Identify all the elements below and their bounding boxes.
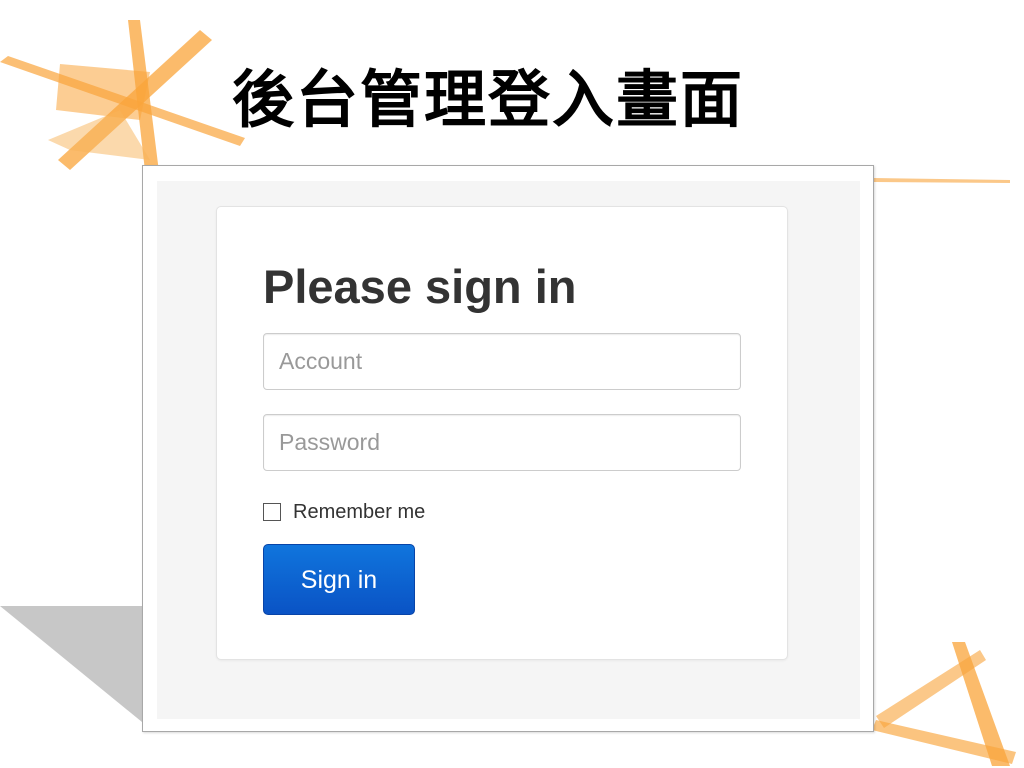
password-input[interactable] bbox=[263, 414, 741, 471]
orange-line-decoration bbox=[874, 178, 1010, 183]
orange-star-decoration bbox=[0, 20, 245, 180]
login-screenshot-frame: Please sign in Remember me Sign in bbox=[142, 165, 874, 732]
login-page: Please sign in Remember me Sign in bbox=[157, 181, 860, 719]
slide-title: 後台管理登入畫面 bbox=[232, 63, 745, 136]
orange-triangle-decoration bbox=[872, 642, 1016, 766]
account-input[interactable] bbox=[263, 333, 741, 390]
signin-heading: Please sign in bbox=[263, 260, 577, 313]
gray-shadow-decoration bbox=[0, 606, 142, 722]
remember-me-row[interactable]: Remember me bbox=[263, 499, 425, 525]
signin-button[interactable]: Sign in bbox=[263, 544, 415, 615]
signin-form: Please sign in Remember me Sign in bbox=[216, 206, 788, 660]
remember-me-checkbox[interactable] bbox=[263, 503, 281, 521]
remember-me-label: Remember me bbox=[293, 500, 426, 523]
